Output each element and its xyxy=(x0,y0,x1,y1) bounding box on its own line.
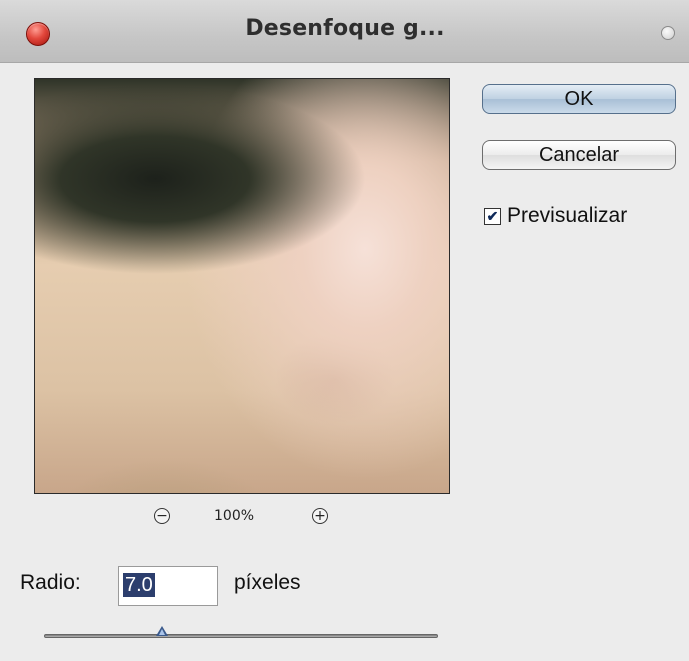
radius-slider-track[interactable] xyxy=(44,634,438,638)
radius-value: 7.0 xyxy=(123,573,155,597)
cancel-button[interactable]: Cancelar xyxy=(482,140,676,170)
close-icon[interactable] xyxy=(26,22,50,46)
resize-icon[interactable] xyxy=(661,26,675,40)
zoom-level: 100% xyxy=(214,508,255,524)
radius-unit-label: píxeles xyxy=(234,571,301,594)
preview-toggle[interactable]: ✔ Previsualizar xyxy=(484,204,627,228)
zoom-out-icon[interactable]: − xyxy=(154,508,170,524)
check-icon: ✔ xyxy=(486,208,499,224)
zoom-in-icon[interactable]: + xyxy=(312,508,328,524)
blur-preview-image[interactable] xyxy=(34,78,450,494)
title-bar: Desenfoque g... xyxy=(0,0,689,63)
preview-label: Previsualizar xyxy=(507,204,628,227)
radius-label: Radio: xyxy=(20,571,81,594)
window-title: Desenfoque g... xyxy=(245,16,445,41)
preview-checkbox[interactable]: ✔ xyxy=(484,207,501,225)
radius-slider-thumb[interactable] xyxy=(156,626,169,636)
radius-input[interactable]: 7.0 xyxy=(118,566,218,606)
ok-button[interactable]: OK xyxy=(482,84,676,114)
